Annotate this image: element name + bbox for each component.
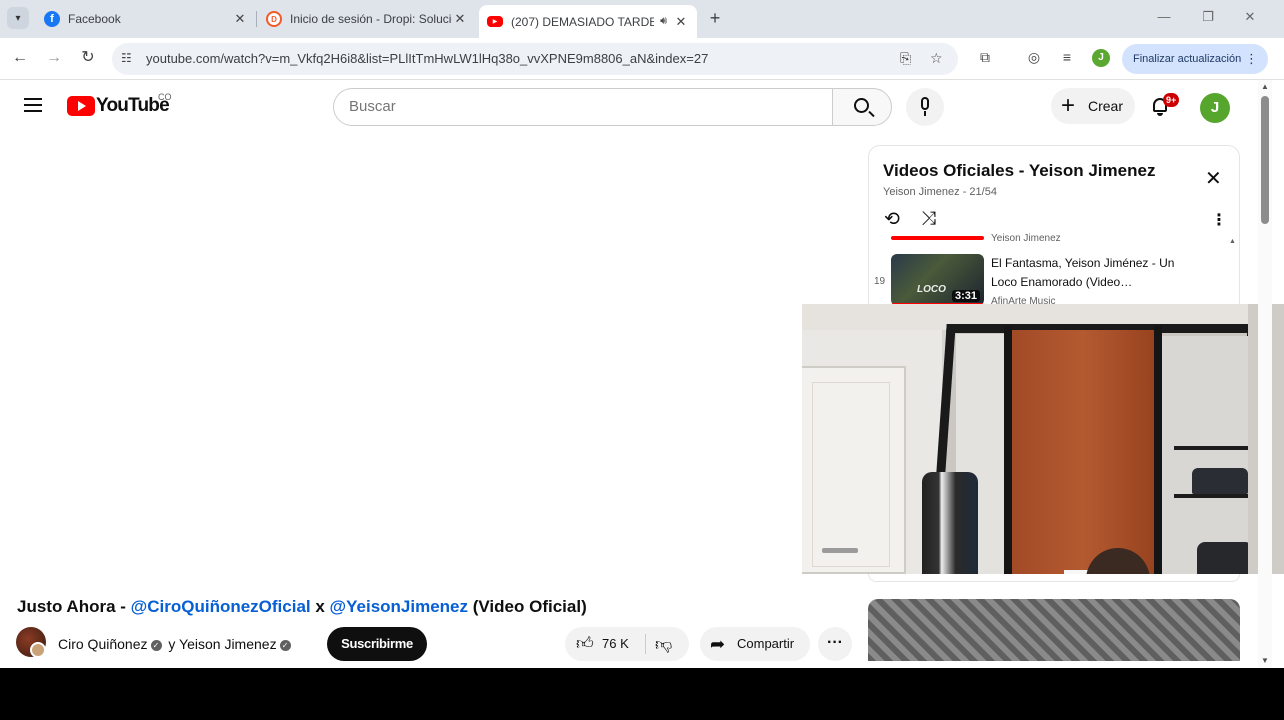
- playlist-title[interactable]: Videos Oficiales - Yeison Jimenez: [883, 161, 1155, 181]
- install-app-icon[interactable]: ⎘: [900, 50, 911, 67]
- previous-item-channel: Yeison Jimenez: [991, 233, 1061, 244]
- back-icon[interactable]: ←: [10, 48, 30, 68]
- tab-youtube[interactable]: ▶ (207) DEMASIADO TARDE ( 🔊︎ ✕: [479, 5, 697, 38]
- site-settings-icon[interactable]: ☷: [121, 51, 132, 65]
- close-icon[interactable]: ✕: [1205, 166, 1222, 191]
- restore-icon[interactable]: ❐: [1200, 9, 1216, 25]
- page-scrollbar[interactable]: ▲ ▼: [1258, 80, 1272, 668]
- close-tab-icon[interactable]: ✕: [673, 14, 689, 30]
- notification-badge: 9+: [1163, 93, 1180, 107]
- channel-avatar-secondary[interactable]: [30, 642, 46, 658]
- forward-icon[interactable]: →: [44, 48, 64, 68]
- scroll-up-icon[interactable]: ▲: [1229, 238, 1236, 245]
- mention-link[interactable]: @CiroQuiñonezOficial: [131, 597, 311, 616]
- close-tab-icon[interactable]: ✕: [232, 11, 248, 27]
- update-button[interactable]: Finalizar actualización ⋮: [1122, 44, 1268, 74]
- scroll-down-arrow-icon[interactable]: ▼: [1261, 656, 1269, 665]
- country-code: CO: [158, 92, 172, 102]
- close-tab-icon[interactable]: ✕: [452, 11, 468, 27]
- tab-divider: [256, 11, 257, 27]
- close-window-icon[interactable]: ✕: [1242, 9, 1258, 25]
- playlist-item-index: 19: [874, 276, 886, 287]
- duration-badge: 3:31: [951, 290, 980, 302]
- new-tab-button[interactable]: +: [706, 8, 724, 28]
- account-avatar[interactable]: J: [1200, 93, 1230, 123]
- search-input[interactable]: Buscar: [333, 88, 833, 126]
- scroll-up-arrow-icon[interactable]: ▲: [1261, 82, 1269, 91]
- tab-search-button[interactable]: ▾: [7, 7, 29, 29]
- microphone-icon: [921, 97, 929, 110]
- thumbs-up-icon[interactable]: 👍︎: [576, 633, 594, 654]
- youtube-logo-icon[interactable]: [67, 96, 95, 116]
- minimize-icon[interactable]: —: [1156, 9, 1172, 24]
- playlist-panel-bottom: [868, 574, 1240, 582]
- browser-toolbar: ← → ↻ ☷ youtube.com/watch?v=m_Vkfq2H6i8&…: [0, 38, 1284, 80]
- scrollbar-thumb[interactable]: [1261, 96, 1269, 224]
- webcam-overlay: [802, 304, 1284, 574]
- share-icon: ➦: [710, 634, 726, 654]
- youtube-icon: ▶: [487, 16, 503, 27]
- search-button[interactable]: [832, 88, 892, 126]
- verified-icon: ✓: [150, 639, 162, 651]
- tab-strip: ▾ f Facebook ✕ D Inicio de sesión - Drop…: [0, 0, 1284, 38]
- subscribe-button[interactable]: Suscribirme: [327, 627, 427, 661]
- previous-item-progress: [891, 236, 984, 240]
- more-actions-button[interactable]: ···: [818, 627, 852, 661]
- playlist-item-thumbnail[interactable]: LOCO 3:31: [891, 254, 984, 304]
- browser-window: ▾ f Facebook ✕ D Inicio de sesión - Drop…: [0, 0, 1284, 668]
- speaker-icon[interactable]: 🔊︎: [660, 15, 667, 28]
- playlist-subtitle: Yeison Jimenez - 21/54: [883, 186, 997, 198]
- verified-icon: ✓: [279, 639, 291, 651]
- shuffle-icon[interactable]: ⤨: [921, 208, 936, 230]
- youtube-header: YouTube CO Buscar + Crear 9+ J: [0, 80, 1258, 134]
- mention-link[interactable]: @YeisonJimenez: [330, 597, 468, 616]
- playlist-more-icon[interactable]: ⋮: [1211, 210, 1227, 230]
- like-dislike-group: 👍︎ 76 K 👎︎: [565, 627, 689, 661]
- tab-dropi[interactable]: D Inicio de sesión - Dropi: Solucio ✕: [258, 0, 476, 38]
- playlist-panel: Videos Oficiales - Yeison Jimenez Yeison…: [868, 145, 1240, 305]
- bookmark-star-icon[interactable]: ☆: [930, 50, 943, 67]
- address-bar[interactable]: ☷ youtube.com/watch?v=m_Vkfq2H6i8&list=P…: [112, 43, 958, 75]
- video-title: Justo Ahora - @CiroQuiñonezOficial x @Ye…: [17, 597, 587, 616]
- recommended-video-thumbnail[interactable]: [868, 599, 1240, 661]
- search-icon: [854, 98, 869, 113]
- loop-icon[interactable]: ⟲: [884, 208, 900, 231]
- menu-icon[interactable]: [24, 98, 42, 112]
- voice-search-button[interactable]: [906, 88, 944, 126]
- video-player[interactable]: [17, 145, 853, 585]
- playlist-item-title[interactable]: El Fantasma, Yeison Jiménez - Un Loco En…: [991, 254, 1191, 292]
- dropi-icon: D: [266, 11, 282, 27]
- extensions-icon[interactable]: ⧉: [976, 49, 994, 66]
- reload-icon[interactable]: ↻: [78, 48, 98, 68]
- share-button[interactable]: ➦ Compartir: [700, 627, 810, 661]
- chevron-down-icon: ▾: [15, 12, 21, 24]
- channel-names[interactable]: Ciro Quiñonez ✓ y Yeison Jimenez ✓: [58, 636, 294, 652]
- plus-icon: +: [1061, 92, 1076, 119]
- tab-facebook[interactable]: f Facebook ✕: [36, 0, 256, 38]
- like-count[interactable]: 76 K: [602, 636, 629, 651]
- url-text[interactable]: youtube.com/watch?v=m_Vkfq2H6i8&list=PLl…: [146, 51, 708, 66]
- thumbs-down-icon[interactable]: 👎︎: [655, 634, 672, 655]
- profile-avatar[interactable]: J: [1092, 49, 1110, 67]
- extension-icon[interactable]: ◎: [1025, 49, 1043, 66]
- create-button[interactable]: + Crear: [1051, 88, 1135, 124]
- facebook-icon: f: [44, 11, 60, 27]
- media-controls-icon[interactable]: ≡: [1058, 49, 1076, 65]
- menu-dots-icon: ⋮: [1245, 51, 1258, 66]
